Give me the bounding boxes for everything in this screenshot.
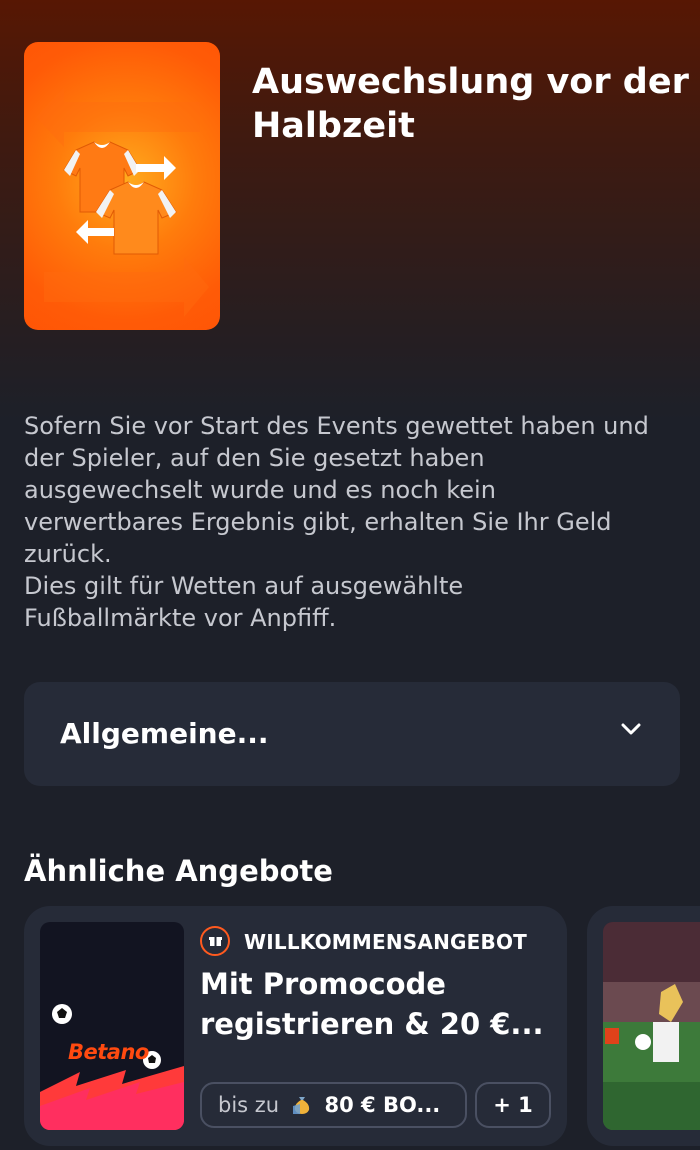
description-line: zurück. [24,540,112,568]
chevron-down-icon[interactable] [620,722,642,736]
page-title-line: Halbzeit [252,106,415,146]
description-paragraph: Dies gilt für Wetten auf ausgewählte Fuß… [24,570,684,634]
betano-logo: Betano [68,1040,149,1064]
offer-title-line: Mit Promocode [200,967,446,1001]
offer-title: Mit Promocode registrieren & 20 €... [200,964,550,1044]
description-line: verwertbares Ergebnis gibt, erhalten Sie… [24,508,612,536]
bonus-amount: 80 € BO... [324,1093,441,1117]
stadium-image [603,922,700,1130]
similar-offers-heading: Ähnliche Angebote [24,854,333,888]
more-offers-pill[interactable]: + 1 [475,1082,551,1128]
description-line: Fußballmärkte vor Anpfiff. [24,604,337,632]
description-paragraph: Sofern Sie vor Start des Events gewettet… [24,410,684,570]
offer-card-partial[interactable] [587,906,700,1146]
gift-icon [200,926,230,956]
offer-title-line: registrieren & 20 €... [200,1007,544,1041]
accordion-label: Allgemeine... [60,717,269,750]
money-bag-icon [286,1093,325,1117]
general-terms-accordion[interactable]: Allgemeine... [24,682,680,786]
offer-card[interactable]: Betano WILLKOMMENSANGEBOT Mit Promocode … [24,906,567,1146]
bonus-prefix: bis zu [218,1093,280,1117]
offer-description: Sofern Sie vor Start des Events gewettet… [24,410,684,634]
jersey-swap-icon [36,87,209,317]
description-line: ausgewechselt wurde und es noch kein [24,476,496,504]
page-title: Auswechslung vor der Halbzeit [252,60,692,148]
soccer-ball-icon [40,1004,184,1130]
description-line: der Spieler, auf den Sie gesetzt haben [24,444,485,472]
hero-image [24,42,220,330]
description-line: Dies gilt für Wetten auf ausgewählte [24,572,464,600]
offer-badge-label: WILLKOMMENSANGEBOT [244,930,527,954]
offer-thumbnail-partial [603,922,700,1130]
page-title-line: Auswechslung vor der [252,62,689,102]
bonus-amount-pill[interactable]: bis zu 80 € BO... [200,1082,467,1128]
offer-thumbnail: Betano [40,922,184,1130]
description-line: Sofern Sie vor Start des Events gewettet… [24,412,649,440]
